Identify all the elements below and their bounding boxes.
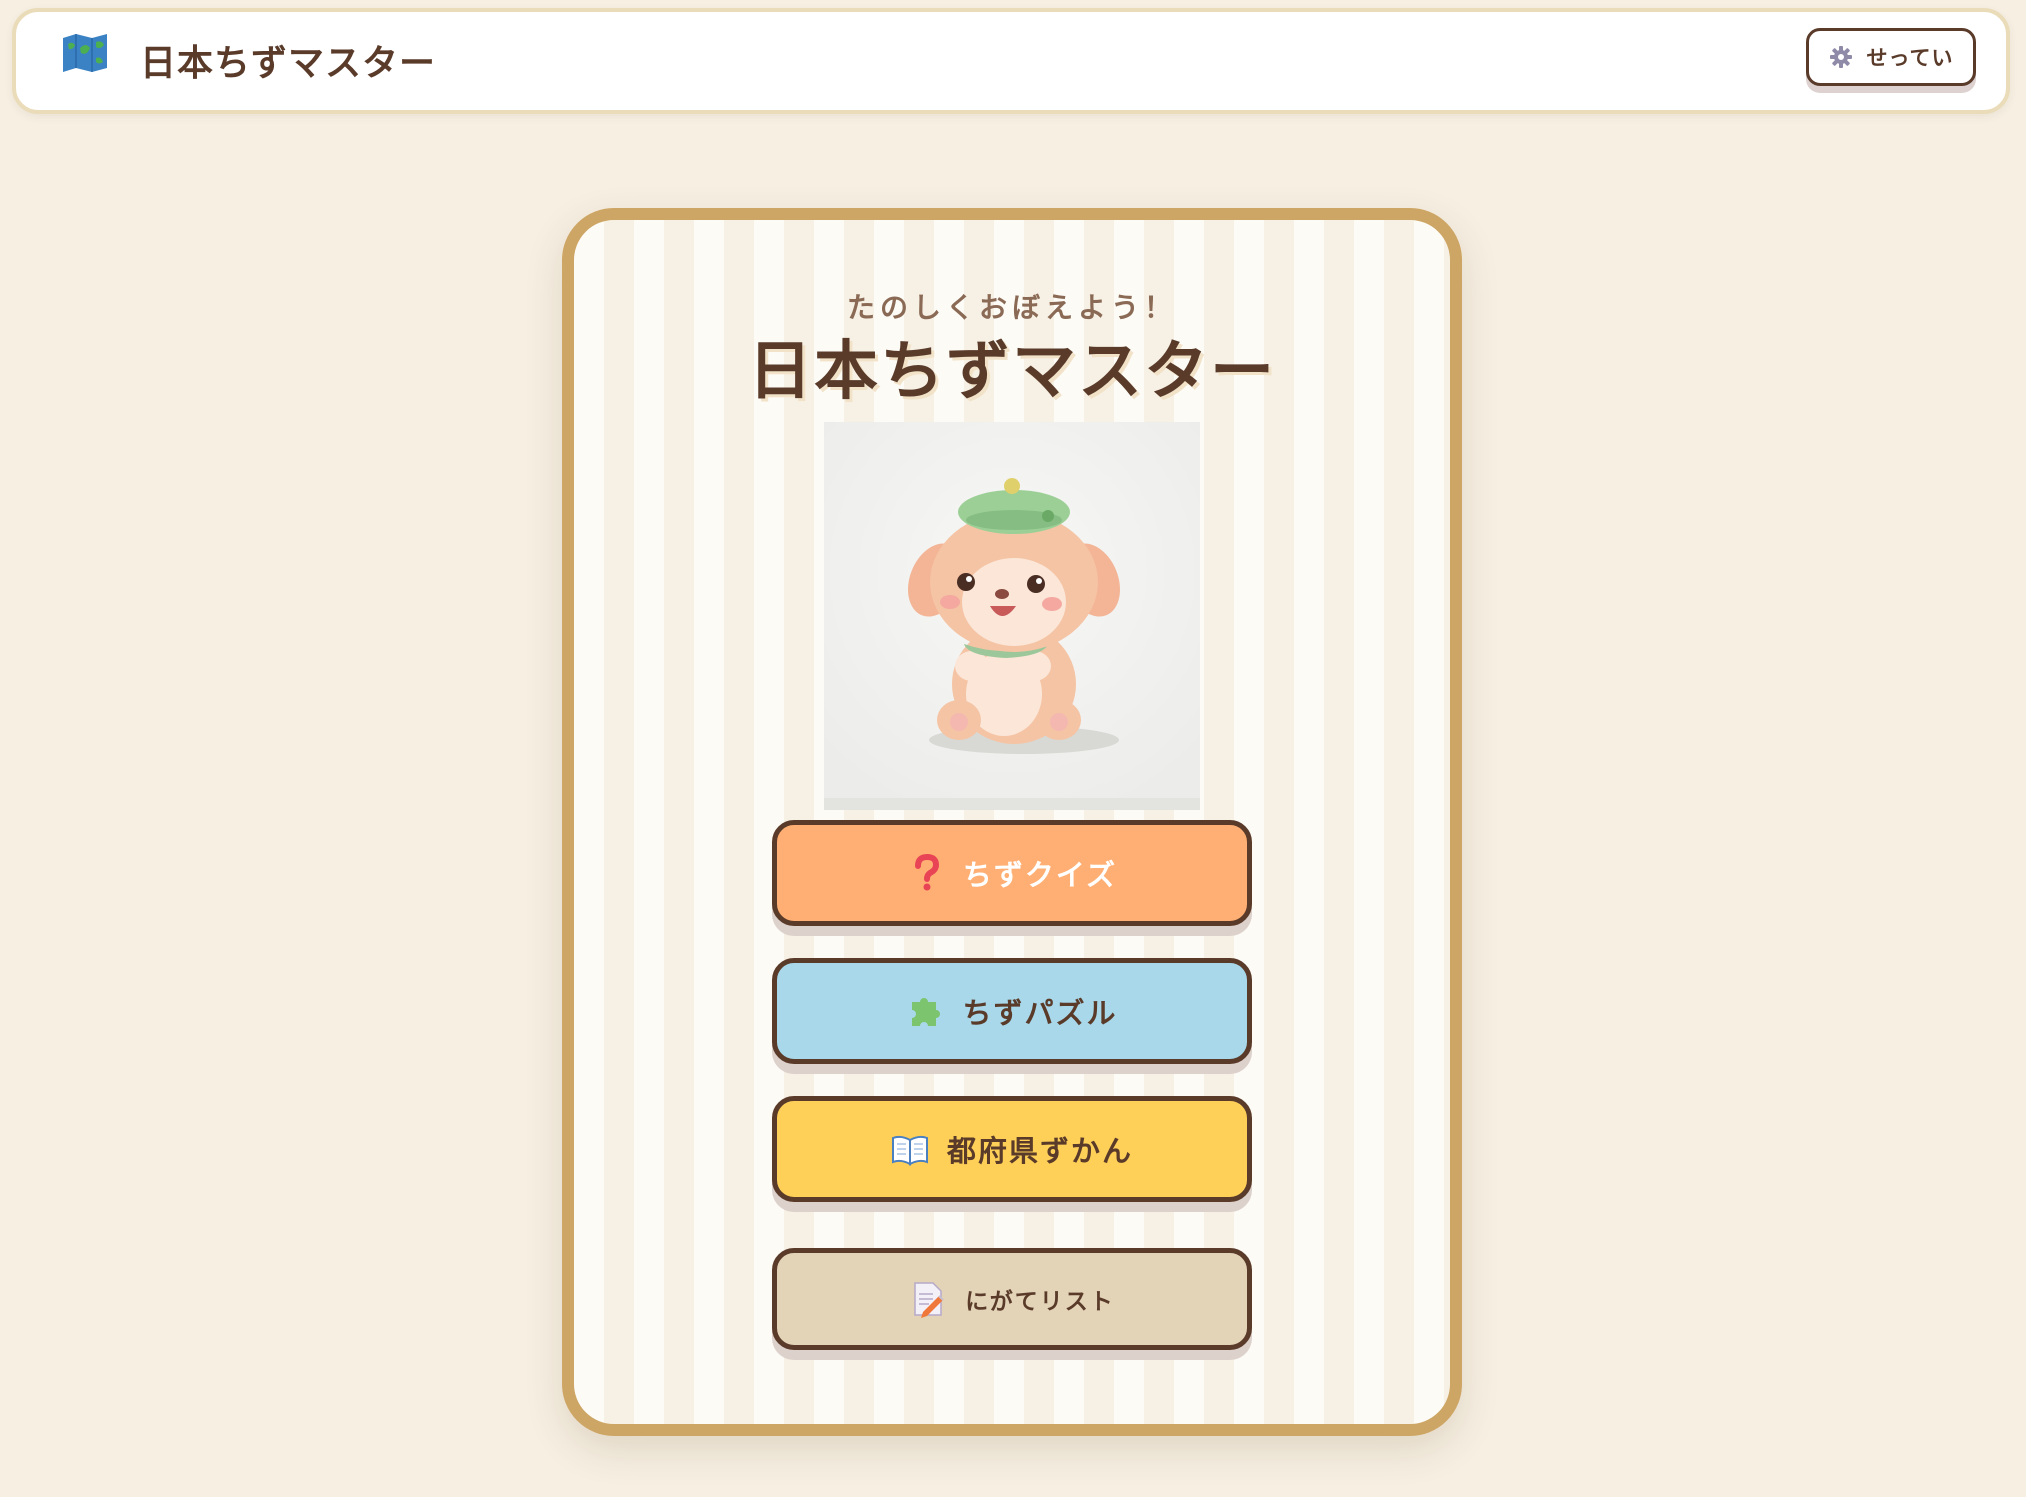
app-header: 日本ちずマスター せってい <box>12 8 2010 114</box>
settings-button[interactable]: せってい <box>1806 28 1976 86</box>
map-icon <box>60 32 110 74</box>
main-card: たのしくおぼえよう！ 日本ちずマスター ちずクイズ ちずパズル 都府県ずかん に… <box>562 208 1462 1436</box>
map-quiz-label: ちずクイズ <box>962 858 1118 892</box>
map-puzzle-button[interactable]: ちずパズル <box>772 958 1252 1064</box>
memo-pencil-icon <box>909 1280 947 1318</box>
weak-list-label: にがてリスト <box>965 1289 1115 1315</box>
question-mark-icon <box>907 854 945 892</box>
map-quiz-button[interactable]: ちずクイズ <box>772 820 1252 926</box>
map-puzzle-label: ちずパズル <box>962 996 1118 1030</box>
gear-icon <box>1829 45 1853 69</box>
open-book-icon <box>891 1130 929 1168</box>
puzzle-piece-icon <box>906 992 944 1030</box>
prefecture-encyclopedia-button[interactable]: 都府県ずかん <box>772 1096 1252 1202</box>
prefecture-encyclopedia-label: 都府県ずかん <box>946 1134 1133 1168</box>
weak-list-button[interactable]: にがてリスト <box>772 1248 1252 1350</box>
app-title: 日本ちずマスター <box>140 43 437 84</box>
page-title: 日本ちずマスター <box>748 335 1276 409</box>
puppy-mascot-image <box>824 422 1200 810</box>
settings-label: せってい <box>1866 46 1954 70</box>
